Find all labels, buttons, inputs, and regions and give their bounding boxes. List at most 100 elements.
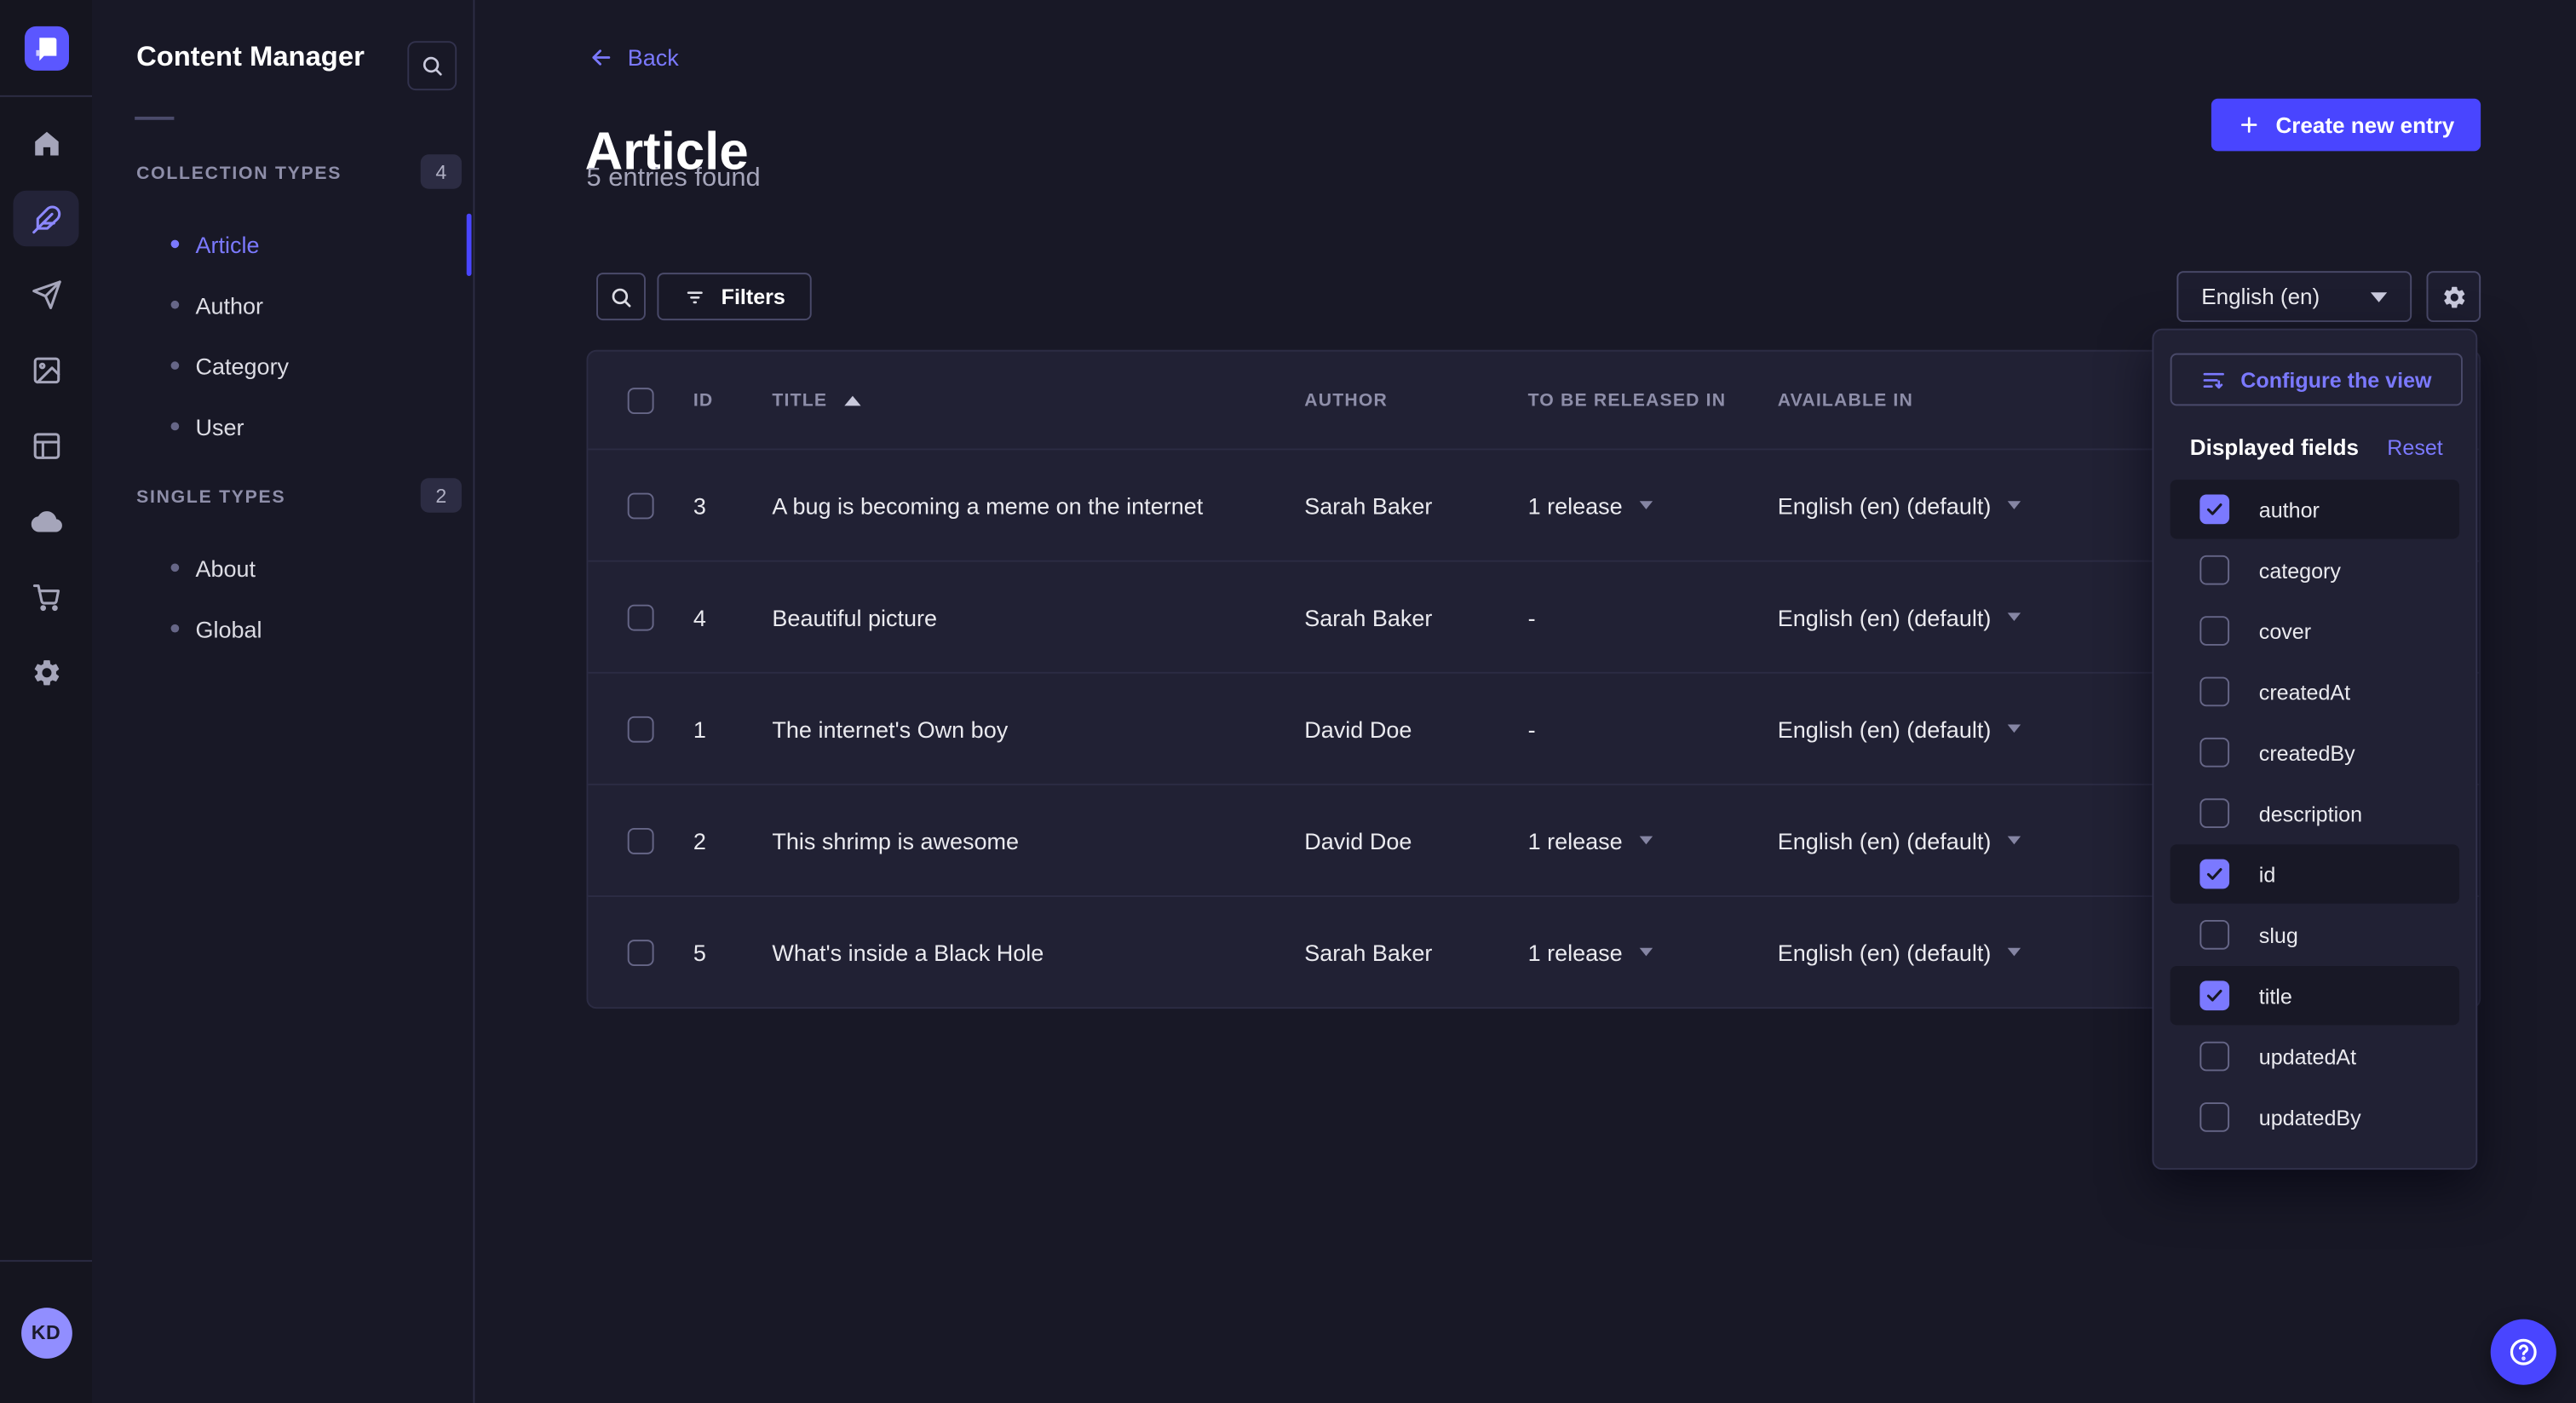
sidebar-title: Content Manager xyxy=(136,41,365,74)
checkbox-unchecked[interactable] xyxy=(2199,798,2229,828)
nav-content-manager-button[interactable] xyxy=(13,191,78,247)
cell-title-value: A bug is becoming a meme on the internet xyxy=(772,492,1203,519)
field-option-slug[interactable]: slug xyxy=(2171,906,2459,964)
home-icon xyxy=(31,127,62,158)
nav-marketplace-button[interactable] xyxy=(13,568,78,624)
column-header-id[interactable]: ID xyxy=(693,390,773,410)
filter-icon xyxy=(683,285,706,308)
sidebar-item-category[interactable]: Category xyxy=(92,335,474,395)
field-option-createdBy[interactable]: createdBy xyxy=(2171,723,2459,782)
chevron-down-icon xyxy=(2008,501,2021,509)
cell-release[interactable]: 1 release xyxy=(1528,827,1778,854)
field-option-category[interactable]: category xyxy=(2171,540,2459,599)
cell-author: David Doe xyxy=(1304,827,1527,854)
configure-view-label: Configure the view xyxy=(2240,367,2431,392)
profile-section: KD xyxy=(0,1260,92,1403)
cell-id: 2 xyxy=(693,827,773,854)
sidebar-item-global[interactable]: Global xyxy=(92,598,474,658)
sidebar-item-article[interactable]: Article xyxy=(92,214,474,274)
checkbox-checked[interactable] xyxy=(2199,860,2229,889)
field-label: updatedBy xyxy=(2259,1105,2361,1130)
cell-release: - xyxy=(1528,604,1778,630)
section-label: COLLECTION TYPES xyxy=(136,164,342,184)
view-settings-button[interactable] xyxy=(2426,271,2481,322)
checkbox-unchecked[interactable] xyxy=(2199,1042,2229,1072)
field-option-id[interactable]: id xyxy=(2171,844,2459,903)
help-button[interactable] xyxy=(2491,1320,2556,1385)
create-new-entry-button[interactable]: Create new entry xyxy=(2211,99,2481,152)
reset-button[interactable]: Reset xyxy=(2387,435,2443,460)
field-option-createdAt[interactable]: createdAt xyxy=(2171,662,2459,721)
cell-available-value: English (en) (default) xyxy=(1778,716,1992,742)
search-icon xyxy=(609,285,632,308)
row-checkbox[interactable] xyxy=(628,716,654,742)
checkbox-checked[interactable] xyxy=(2199,980,2229,1010)
bullet-icon xyxy=(171,563,180,572)
cell-available-value: English (en) (default) xyxy=(1778,827,1992,854)
column-header-title[interactable]: TITLE xyxy=(772,390,1304,410)
check-icon xyxy=(2205,864,2224,883)
field-option-updatedBy[interactable]: updatedBy xyxy=(2171,1088,2459,1147)
cell-release-value: - xyxy=(1528,716,1536,742)
strapi-logo[interactable] xyxy=(24,26,68,70)
field-option-cover[interactable]: cover xyxy=(2171,601,2459,660)
arrow-left-icon xyxy=(588,44,614,71)
nav-media-library-button[interactable] xyxy=(13,342,78,398)
column-header-author[interactable]: AUTHOR xyxy=(1304,390,1527,410)
cell-release[interactable]: 1 release xyxy=(1528,492,1778,519)
checkbox-unchecked[interactable] xyxy=(2199,677,2229,707)
avatar[interactable]: KD xyxy=(20,1307,72,1358)
cell-id-value: 3 xyxy=(693,492,706,519)
filters-button[interactable]: Filters xyxy=(657,273,811,320)
field-option-title[interactable]: title xyxy=(2171,966,2459,1025)
row-checkbox[interactable] xyxy=(628,492,654,519)
field-label: slug xyxy=(2259,923,2298,947)
nav-settings-button[interactable] xyxy=(13,644,78,700)
cell-id-value: 5 xyxy=(693,939,706,965)
checkbox-unchecked[interactable] xyxy=(2199,1102,2229,1132)
nav-home-button[interactable] xyxy=(13,115,78,171)
cell-author-value: Sarah Baker xyxy=(1304,492,1432,519)
bullet-icon xyxy=(171,301,180,309)
row-checkbox[interactable] xyxy=(628,604,654,630)
nav-deploy-cloud-button[interactable] xyxy=(13,493,78,549)
checkbox-unchecked[interactable] xyxy=(2199,616,2229,646)
locale-select[interactable]: English (en) xyxy=(2176,271,2412,322)
column-header-released[interactable]: TO BE RELEASED IN xyxy=(1528,390,1778,410)
cell-title: A bug is becoming a meme on the internet xyxy=(772,492,1304,519)
strapi-logo-icon xyxy=(24,26,68,70)
field-option-description[interactable]: description xyxy=(2171,784,2459,842)
checkbox-unchecked[interactable] xyxy=(2199,738,2229,768)
table-search-button[interactable] xyxy=(596,273,646,320)
sidebar-item-author[interactable]: Author xyxy=(92,274,474,335)
cell-id-value: 4 xyxy=(693,604,706,630)
releases-icon xyxy=(31,279,62,310)
sidebar-search-button[interactable] xyxy=(407,41,457,90)
configure-view-button[interactable]: Configure the view xyxy=(2171,354,2463,406)
cell-title-value: Beautiful picture xyxy=(772,604,937,630)
cell-id: 5 xyxy=(693,939,773,965)
chevron-down-icon xyxy=(2008,948,2021,957)
checkbox-unchecked[interactable] xyxy=(2199,920,2229,950)
title-divider xyxy=(135,117,174,120)
checkbox-checked[interactable] xyxy=(2199,494,2229,524)
field-label: title xyxy=(2259,983,2292,1008)
nav-content-type-builder-button[interactable] xyxy=(13,417,78,474)
sidebar-item-about[interactable]: About xyxy=(92,538,474,598)
cell-title: What's inside a Black Hole xyxy=(772,939,1304,965)
cell-release[interactable]: 1 release xyxy=(1528,939,1778,965)
section-list: ArticleAuthorCategoryUser xyxy=(92,214,474,457)
row-checkbox[interactable] xyxy=(628,827,654,854)
field-label: createdAt xyxy=(2259,679,2350,704)
main-nav xyxy=(0,115,92,720)
back-link[interactable]: Back xyxy=(588,44,678,71)
cell-available-value: English (en) (default) xyxy=(1778,492,1992,519)
nav-releases-button[interactable] xyxy=(13,266,78,322)
row-checkbox[interactable] xyxy=(628,939,654,965)
field-option-author[interactable]: author xyxy=(2171,480,2459,538)
field-option-updatedAt[interactable]: updatedAt xyxy=(2171,1026,2459,1085)
cell-title: Beautiful picture xyxy=(772,604,1304,630)
select-all-checkbox[interactable] xyxy=(628,387,654,413)
sidebar-item-user[interactable]: User xyxy=(92,396,474,457)
checkbox-unchecked[interactable] xyxy=(2199,555,2229,585)
